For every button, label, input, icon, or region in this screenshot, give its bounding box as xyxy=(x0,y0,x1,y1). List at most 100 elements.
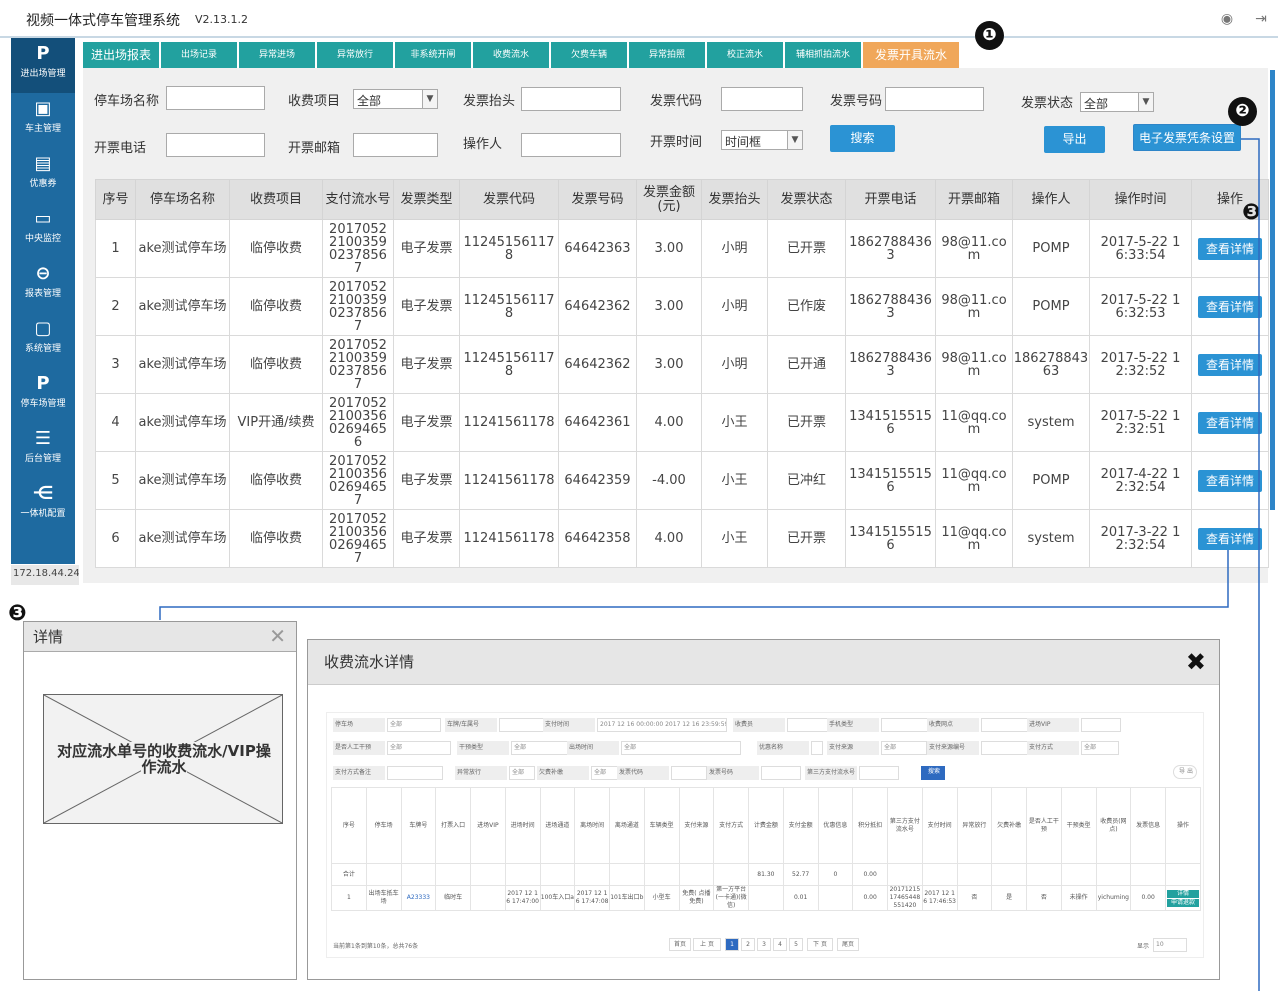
mini-filter-label: 异常放行 xyxy=(455,766,507,780)
mini-column-header: 计费金额 xyxy=(748,787,784,864)
mini-column-header: 停车场 xyxy=(365,787,402,864)
mini-filter-input[interactable] xyxy=(499,718,547,732)
mini-column-header: 进场VIP xyxy=(470,787,506,864)
mini-filter-label: 支付方式备注 xyxy=(333,766,385,780)
mini-column-header: 支付方式 xyxy=(713,787,749,864)
mini-table-cell: 否 xyxy=(956,885,993,911)
mini-pager-prev[interactable]: 上 页 xyxy=(693,938,721,951)
mini-filter-label: 停车场 xyxy=(333,718,385,732)
mini-filter-input[interactable]: 全部 xyxy=(1081,741,1119,755)
mini-total-cell xyxy=(1026,863,1062,886)
mini-filter-label: 第三方支付流水号 xyxy=(805,766,857,780)
mini-table-cell: 100车入口a xyxy=(539,885,576,911)
mini-total-cell xyxy=(887,863,923,886)
mini-filter-input[interactable] xyxy=(881,718,931,732)
mini-table-cell: 2017 12 16 17:47:08 xyxy=(574,885,610,911)
mini-table-cell: 否 xyxy=(1026,885,1062,911)
mini-table-cell: 101车出口b xyxy=(609,885,645,911)
mini-filter-input[interactable]: 全部 xyxy=(621,741,741,755)
mini-page-size-label: 显示 xyxy=(1137,943,1150,950)
fee-detail-modal: 收费流水详情 ✖ 停车场 全部 车牌/车属号 支付时间 2017 12 16 00:00… xyxy=(307,639,1220,980)
mini-total-cell: 81.30 xyxy=(748,863,784,886)
mini-pager-first[interactable]: 首页 xyxy=(669,938,691,951)
mini-pager-info: 当前第1条到第10条，总共76条 xyxy=(333,943,419,950)
mini-column-header: 车辆类型 xyxy=(643,787,680,864)
mini-filter-input[interactable] xyxy=(787,718,829,732)
close-icon[interactable]: ✖ xyxy=(1186,648,1206,676)
mini-total-cell xyxy=(574,863,610,886)
mini-column-header: 离场通道 xyxy=(609,787,645,864)
mini-filter-label: 优惠名称 xyxy=(757,741,809,755)
mini-table-cell xyxy=(748,885,784,911)
mini-pager-page[interactable]: 1 xyxy=(725,938,739,951)
mini-total-cell: 0.00 xyxy=(852,863,888,886)
mini-total-cell xyxy=(921,863,958,886)
mini-total-cell xyxy=(539,863,576,886)
mini-pager-page[interactable]: 2 xyxy=(741,938,755,951)
mini-total-cell xyxy=(1060,863,1097,886)
mini-filter-label: 车牌/车属号 xyxy=(445,718,497,732)
mini-filter-input[interactable] xyxy=(387,766,443,780)
mini-total-cell xyxy=(365,863,402,886)
mini-filter-input[interactable] xyxy=(981,741,1029,755)
mini-pager-page[interactable]: 5 xyxy=(789,938,803,951)
mini-column-header: 异常放行 xyxy=(956,787,993,864)
mini-pager-next[interactable]: 下 页 xyxy=(807,938,833,951)
mini-filter-input[interactable] xyxy=(859,766,899,780)
mini-table-cell: 出场车抵车场 xyxy=(365,885,402,911)
mini-column-header: 是否人工干预 xyxy=(1026,787,1062,864)
mini-filter-input[interactable]: 全部 xyxy=(509,766,535,780)
mini-column-header: 序号 xyxy=(331,787,367,864)
mini-filter-input[interactable]: 全部 xyxy=(511,741,575,755)
mini-filter-input[interactable]: 2017 12 16 00:00:00 2017 12 16 23:59:59 xyxy=(597,718,727,732)
mini-column-header: 进场时间 xyxy=(504,787,541,864)
mini-export-button[interactable]: 导 出 xyxy=(1173,765,1197,779)
mini-filter-input[interactable]: 全部 xyxy=(591,766,619,780)
mini-total-cell xyxy=(956,863,993,886)
mini-table-cell: 1 xyxy=(331,885,367,911)
mini-column-header: 车牌号 xyxy=(400,787,437,864)
mini-filter-input[interactable]: 全部 xyxy=(387,718,441,732)
placeholder-text: 对应流水单号的收费流水/VIP操作流水 xyxy=(57,742,271,776)
mini-total-cell xyxy=(400,863,437,886)
detail-panel: 详情 ✕ 对应流水单号的收费流水/VIP操作流水 xyxy=(23,621,297,980)
mini-column-header: 支付来源 xyxy=(678,787,715,864)
mini-table-cell: 2017121517465448551420 xyxy=(887,885,923,911)
modal-title: 收费流水详情 xyxy=(308,640,1219,685)
mini-total-cell xyxy=(678,863,715,886)
mini-filter-input[interactable] xyxy=(761,766,801,780)
mini-filter-label: 发票号码 xyxy=(707,766,759,780)
mini-filter-input[interactable] xyxy=(811,741,823,755)
mini-table-cell: 详情 申请退款 xyxy=(1165,885,1201,911)
mini-table-cell: 免费( 点播免费) xyxy=(678,885,715,911)
mini-column-header: 欠费补缴 xyxy=(991,787,1027,864)
mini-filter-input[interactable] xyxy=(671,766,707,780)
mini-filter-label: 欠费补缴 xyxy=(537,766,589,780)
mini-column-header: 优惠信息 xyxy=(817,787,854,864)
mini-table-cell: A23333 xyxy=(400,885,437,911)
placeholder-image: 对应流水单号的收费流水/VIP操作流水 xyxy=(43,694,283,824)
mini-filter-label: 支付来源 xyxy=(827,741,879,755)
mini-pager-page[interactable]: 3 xyxy=(757,938,771,951)
mini-filter-input[interactable] xyxy=(981,718,1031,732)
mini-filter-label: 收费员 xyxy=(733,718,785,732)
mini-filter-input[interactable]: 全部 xyxy=(881,741,927,755)
mini-pager-last[interactable]: 尾页 xyxy=(837,938,859,951)
mini-search-button[interactable]: 搜索 xyxy=(921,766,945,780)
mini-total-cell xyxy=(470,863,506,886)
mini-table-cell xyxy=(470,885,506,911)
mini-column-header: 离场时间 xyxy=(574,787,610,864)
mini-table-cell: 0.00 xyxy=(1130,885,1166,911)
mini-table-cell: 0.01 xyxy=(782,885,819,911)
mini-total-cell xyxy=(643,863,680,886)
mini-table-cell: yichuming xyxy=(1095,885,1132,911)
detail-panel-title: 详情 xyxy=(24,622,296,652)
mini-pager-page[interactable]: 4 xyxy=(773,938,787,951)
mini-detail-button[interactable]: 详情 xyxy=(1167,889,1199,898)
close-icon[interactable]: ✕ xyxy=(269,624,286,648)
mini-page-size-select[interactable]: 10 xyxy=(1153,938,1187,952)
mini-refund-button[interactable]: 申请退款 xyxy=(1167,898,1199,907)
mini-filter-input[interactable]: 全部 xyxy=(387,741,451,755)
mini-table-cell: 未操作 xyxy=(1060,885,1097,911)
mini-filter-input[interactable] xyxy=(1081,718,1121,732)
